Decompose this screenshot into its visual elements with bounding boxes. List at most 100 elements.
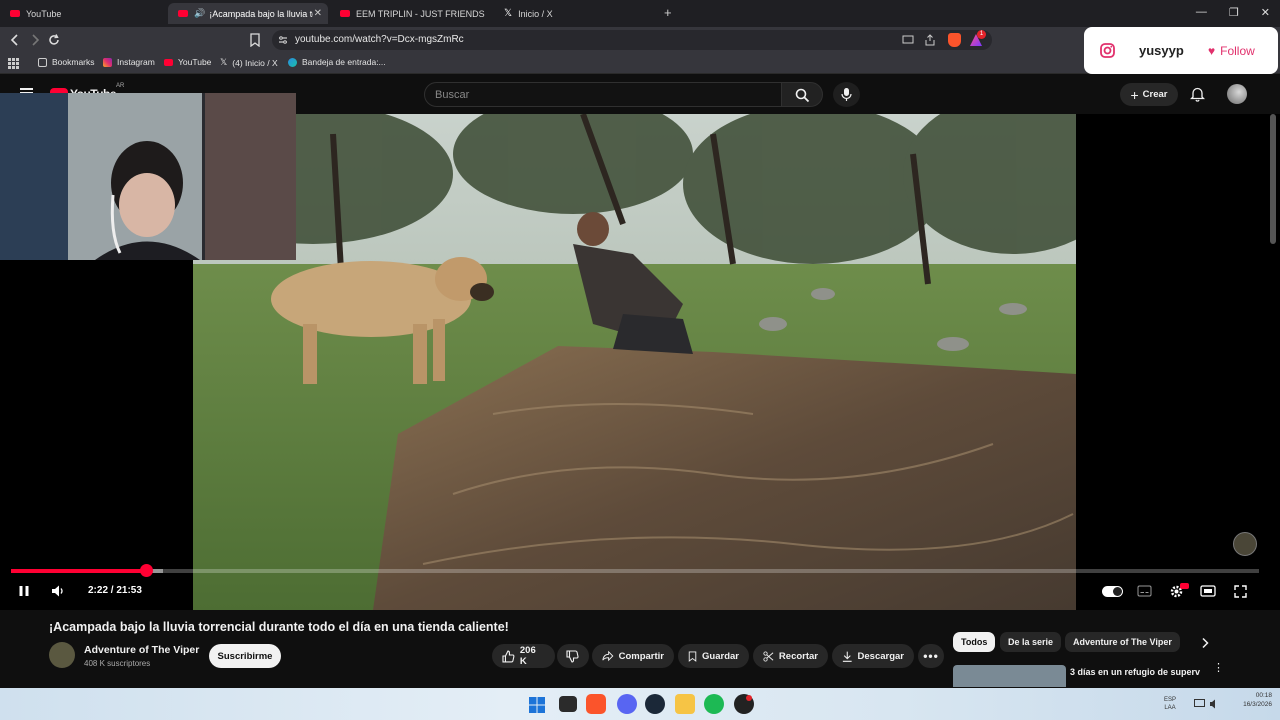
tab-active-video[interactable]: 🔊 ¡Acampada bajo la lluvia torr ✕ [168, 3, 328, 24]
channel-name[interactable]: Adventure of The Viper [84, 644, 199, 656]
cast-icon[interactable] [902, 35, 914, 45]
close-window-icon[interactable]: ✕ [1261, 6, 1270, 19]
share-button[interactable]: Compartir [592, 644, 674, 668]
tab-x[interactable]: 𝕏 Inicio / X [494, 3, 664, 24]
spotify-icon[interactable] [704, 694, 724, 714]
video-scene-image [193, 114, 1076, 610]
scrubber-handle[interactable] [139, 564, 153, 577]
bookmark-label: YouTube [178, 57, 212, 67]
video-frame[interactable] [193, 114, 1076, 610]
save-button[interactable]: Guardar [678, 644, 749, 668]
thumbs-down-icon [566, 649, 579, 663]
chip-channel[interactable]: Adventure of The Viper [1065, 632, 1180, 652]
subscriber-count: 408 K suscriptores [84, 659, 151, 668]
task-view-icon[interactable] [559, 696, 577, 712]
bookmark-label: Bookmarks [52, 57, 95, 67]
file-explorer-icon[interactable] [675, 694, 695, 714]
menu-hamburger-icon[interactable] [20, 88, 33, 90]
bookmark-label: (4) Inicio / X [232, 57, 278, 68]
bookmark-page-icon[interactable] [249, 33, 261, 47]
autoplay-toggle[interactable] [1102, 586, 1123, 597]
share-label: Compartir [618, 650, 664, 662]
bookmark-youtube[interactable]: YouTube [164, 57, 211, 67]
channel-avatar[interactable] [49, 642, 75, 668]
speaker-icon: 🔊 [194, 8, 206, 18]
time-display: 2:22 / 21:53 [88, 585, 142, 596]
bookmark-bookmarks[interactable]: Bookmarks [38, 57, 95, 67]
forward-icon[interactable] [28, 33, 42, 47]
reload-icon[interactable] [47, 33, 61, 47]
browser-tab-bar: YouTube 🔊 ¡Acampada bajo la lluvia torr … [0, 0, 1280, 27]
share-icon[interactable] [924, 34, 936, 46]
webcam-person-image [0, 93, 296, 260]
volume-icon[interactable] [51, 584, 65, 598]
create-label: Crear [1142, 89, 1168, 100]
page-scrollbar[interactable] [1270, 114, 1276, 244]
back-icon[interactable] [8, 33, 22, 47]
apps-grid-icon[interactable] [8, 58, 19, 69]
subtitles-icon[interactable] [1137, 585, 1152, 597]
brave-shields-icon[interactable] [948, 33, 961, 47]
like-button[interactable]: 206 K [492, 644, 555, 668]
recommendation-title[interactable]: 3 días en un refugio de supervivencia en… [1070, 666, 1200, 688]
notification-dot [746, 695, 752, 701]
played-bar [11, 569, 146, 573]
user-avatar[interactable] [1227, 84, 1247, 104]
youtube-icon [340, 10, 350, 17]
clip-button[interactable]: Recortar [753, 644, 828, 668]
webcam-overlay [0, 93, 296, 260]
lang-top: ESP [1164, 697, 1177, 703]
subscribe-button[interactable]: Suscribirme [209, 644, 281, 668]
close-tab-icon[interactable]: ✕ [314, 8, 322, 19]
x-icon: 𝕏 [504, 7, 513, 19]
search-input[interactable]: Buscar [424, 82, 782, 107]
discord-icon[interactable] [617, 694, 637, 714]
x-icon: 𝕏 [220, 57, 228, 67]
instagram-username: yusyyp [1139, 43, 1184, 58]
progress-bar[interactable] [11, 569, 1259, 573]
chip-de-la-serie[interactable]: De la serie [1000, 632, 1062, 652]
fullscreen-icon[interactable] [1234, 585, 1247, 598]
chip-todos[interactable]: Todos [953, 632, 996, 652]
minimize-icon[interactable]: — [1196, 6, 1207, 19]
bookmark-x[interactable]: 𝕏 (4) Inicio / X [220, 57, 278, 68]
brave-browser-icon[interactable] [586, 694, 606, 714]
new-tab-button[interactable]: + [664, 5, 672, 20]
create-button[interactable]: + Crear [1120, 83, 1178, 106]
bookmark-instagram[interactable]: Instagram [103, 57, 155, 67]
channel-watermark[interactable] [1233, 532, 1257, 556]
bookmarks-icon [38, 57, 47, 67]
instagram-icon [1100, 43, 1115, 58]
voice-search-button[interactable] [833, 82, 860, 107]
bookmark-mail[interactable]: Bandeja de entrada:... [288, 57, 386, 67]
search-button[interactable] [781, 82, 823, 107]
chevron-right-icon[interactable] [1200, 637, 1210, 649]
more-actions-button[interactable]: ••• [918, 644, 944, 668]
theater-mode-icon[interactable] [1200, 585, 1216, 597]
pause-icon[interactable] [18, 585, 30, 597]
url-bar[interactable]: youtube.com/watch?v=Dcx-mgsZmRc 1 [272, 30, 992, 50]
video-title: ¡Acampada bajo la lluvia torrencial dura… [49, 620, 509, 634]
download-button[interactable]: Descargar [832, 644, 914, 668]
tab-youtube[interactable]: YouTube [0, 3, 165, 24]
hd-badge [1180, 583, 1189, 589]
dislike-button[interactable] [557, 644, 589, 668]
share-arrow-icon [602, 650, 614, 662]
recommendation-thumbnail[interactable] [953, 665, 1066, 687]
tab-music[interactable]: EEM TRIPLIN - JUST FRIENDS ? (OFFIC [330, 3, 490, 24]
language-indicator[interactable]: ESP LAA [1164, 696, 1176, 712]
monitor-tray-icon[interactable] [1194, 699, 1205, 709]
recommendation-menu-icon[interactable]: ⋮ [1213, 663, 1224, 674]
mail-icon [288, 57, 297, 67]
youtube-icon [178, 10, 188, 17]
site-info-icon[interactable] [278, 35, 288, 45]
speaker-tray-icon[interactable] [1209, 699, 1220, 709]
clock-date: 16/3/2026 [1243, 701, 1272, 708]
steam-icon[interactable] [645, 694, 665, 714]
notifications-bell-icon[interactable] [1190, 86, 1205, 102]
restore-icon[interactable]: ❐ [1229, 6, 1239, 19]
follow-button[interactable]: ♥ Follow [1208, 44, 1255, 58]
plus-icon: + [1130, 86, 1139, 103]
taskbar-clock[interactable]: 00:18 16/3/2026 [1243, 691, 1272, 709]
windows-start-icon[interactable] [529, 697, 545, 713]
